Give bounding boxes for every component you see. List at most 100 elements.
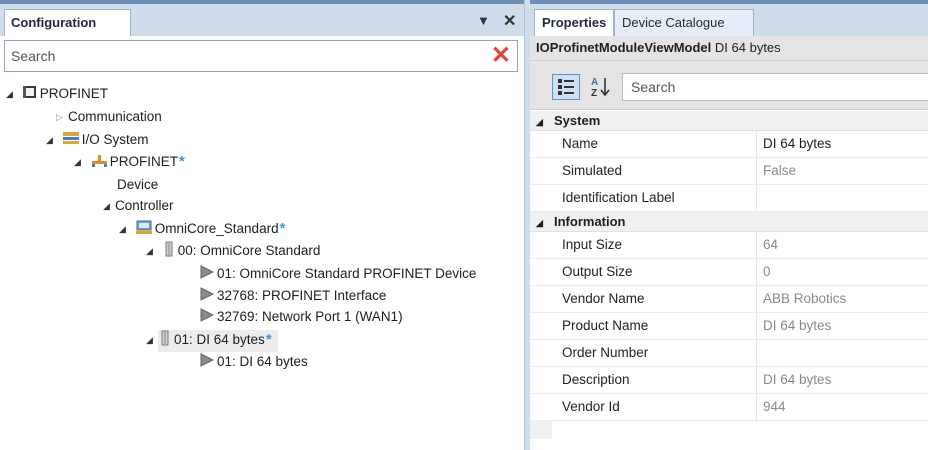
modified-star-icon: * bbox=[265, 331, 272, 348]
category-system[interactable]: ◢ System bbox=[530, 111, 928, 131]
collapse-arrow-icon[interactable]: ◢ bbox=[119, 219, 131, 239]
properties-search-input[interactable] bbox=[623, 74, 928, 100]
clear-search-icon[interactable]: ✕ bbox=[491, 42, 511, 70]
property-name: Simulated bbox=[530, 158, 757, 184]
tree-label: PROFINET bbox=[39, 86, 109, 101]
tree-item-controller[interactable]: ◢ Controller bbox=[103, 196, 174, 216]
collapse-arrow-icon[interactable]: ◢ bbox=[536, 213, 554, 233]
tree-label: Controller bbox=[115, 198, 174, 213]
tab-configuration[interactable]: Configuration bbox=[4, 9, 132, 36]
property-name: Description bbox=[530, 367, 757, 393]
collapse-arrow-icon[interactable]: ◢ bbox=[536, 112, 554, 132]
property-name: Input Size bbox=[530, 232, 757, 258]
object-type-label: IOProfinetModuleViewModel bbox=[536, 40, 712, 55]
tree-label: Communication bbox=[68, 109, 162, 124]
property-value[interactable]: DI 64 bytes bbox=[757, 313, 928, 339]
property-value[interactable]: DI 64 bytes bbox=[757, 131, 928, 157]
tree-label: Device bbox=[117, 177, 159, 192]
property-value[interactable]: DI 64 bytes bbox=[757, 367, 928, 393]
tab-device-catalogue[interactable]: Device Catalogue bbox=[614, 9, 754, 36]
collapse-arrow-icon[interactable]: ◢ bbox=[6, 84, 18, 104]
property-value[interactable]: 0 bbox=[757, 259, 928, 285]
sort-az-icon: A Z bbox=[591, 77, 610, 99]
property-name: Order Number bbox=[530, 340, 757, 366]
tree-item-profinet-network[interactable]: ◢ PROFINET* bbox=[74, 152, 185, 172]
categorized-icon bbox=[558, 79, 574, 95]
tree-label: I/O System bbox=[81, 132, 149, 147]
property-row[interactable]: Vendor Id 944 bbox=[530, 394, 928, 421]
tree-label: 01: DI 64 bytes bbox=[217, 354, 308, 369]
tree-item-submodule-32768[interactable]: 32768: PROFINET Interface bbox=[199, 286, 386, 306]
properties-panel-header: Properties Device Catalogue bbox=[530, 0, 928, 36]
configuration-search-input[interactable] bbox=[5, 41, 475, 71]
controller-icon bbox=[135, 219, 153, 241]
property-row[interactable]: Order Number bbox=[530, 340, 928, 367]
tree-item-profinet-root[interactable]: ◢ PROFINET bbox=[6, 84, 108, 104]
properties-panel: Properties Device Catalogue IOProfinetMo… bbox=[530, 0, 928, 450]
property-value[interactable]: 64 bbox=[757, 232, 928, 258]
property-value[interactable] bbox=[757, 340, 928, 366]
property-value[interactable] bbox=[757, 185, 928, 211]
property-row[interactable]: Input Size 64 bbox=[530, 232, 928, 259]
property-name: Vendor Id bbox=[530, 394, 757, 420]
alphabetical-sort-button[interactable]: A Z bbox=[588, 74, 616, 100]
module-icon bbox=[158, 330, 172, 352]
tree-item-module-00[interactable]: ◢ 00: OmniCore Standard bbox=[146, 241, 320, 261]
collapse-arrow-icon[interactable]: ◢ bbox=[146, 330, 158, 350]
tree-item-communication[interactable]: ▷ Communication bbox=[56, 107, 162, 127]
tree-item-submodule-01[interactable]: 01: OmniCore Standard PROFINET Device bbox=[199, 264, 476, 284]
properties-search-box bbox=[622, 73, 928, 101]
modified-star-icon: * bbox=[279, 220, 286, 237]
tree-label: 32768: PROFINET Interface bbox=[217, 288, 387, 303]
collapse-arrow-icon[interactable]: ◢ bbox=[74, 152, 86, 172]
collapse-arrow-icon[interactable]: ◢ bbox=[46, 130, 58, 150]
property-row[interactable]: Name DI 64 bytes bbox=[530, 131, 928, 158]
property-row[interactable]: Product Name DI 64 bytes bbox=[530, 313, 928, 340]
modified-star-icon: * bbox=[179, 153, 185, 170]
tree-label: 32769: Network Port 1 (WAN1) bbox=[217, 309, 403, 324]
configuration-search-box: ✕ bbox=[4, 40, 518, 72]
object-name-label: DI 64 bytes bbox=[714, 40, 781, 55]
collapse-arrow-icon[interactable]: ◢ bbox=[103, 196, 115, 216]
categorized-view-button[interactable] bbox=[552, 74, 580, 100]
property-grid: ◢ System Name DI 64 bytes Simulated False Iden… bbox=[530, 111, 928, 439]
close-icon[interactable]: ✕ bbox=[503, 11, 516, 31]
submodule-arrow-icon bbox=[199, 352, 215, 374]
property-row[interactable]: Identification Label bbox=[530, 185, 928, 212]
property-name: Identification Label bbox=[530, 185, 757, 211]
configuration-panel-header: Configuration ▼ ✕ bbox=[0, 0, 524, 36]
category-label: System bbox=[554, 113, 601, 128]
property-row[interactable]: Simulated False bbox=[530, 158, 928, 185]
property-row[interactable]: Vendor Name ABB Robotics bbox=[530, 286, 928, 313]
profinet-book-icon bbox=[22, 84, 38, 106]
submodule-arrow-icon bbox=[199, 286, 215, 308]
property-row[interactable]: Output Size 0 bbox=[530, 259, 928, 286]
property-name: Name bbox=[530, 131, 757, 157]
selected-object-bar: IOProfinetModuleViewModel DI 64 bytes bbox=[530, 36, 928, 60]
tree-item-module-01[interactable]: ◢ 01: DI 64 bytes* bbox=[146, 330, 278, 352]
property-value[interactable]: ABB Robotics bbox=[757, 286, 928, 312]
tree-item-io-system[interactable]: ◢ I/O System bbox=[46, 130, 149, 150]
property-name: Vendor Name bbox=[530, 286, 757, 312]
property-name: Output Size bbox=[530, 259, 757, 285]
tree-item-device[interactable]: Device bbox=[117, 175, 158, 195]
collapse-arrow-icon[interactable]: ◢ bbox=[146, 241, 158, 261]
tree-label: 01: DI 64 bytes bbox=[174, 332, 265, 347]
tree-item-submodule-32769[interactable]: 32769: Network Port 1 (WAN1) bbox=[199, 307, 403, 327]
tree-item-submodule-di[interactable]: 01: DI 64 bytes bbox=[199, 352, 308, 372]
property-value[interactable]: 944 bbox=[757, 394, 928, 420]
tree-label: 00: OmniCore Standard bbox=[177, 243, 321, 258]
property-value[interactable]: False bbox=[757, 158, 928, 184]
category-label: Information bbox=[554, 214, 626, 229]
property-row[interactable]: Description DI 64 bytes bbox=[530, 367, 928, 394]
category-information[interactable]: ◢ Information bbox=[530, 212, 928, 232]
expand-arrow-icon[interactable]: ▷ bbox=[56, 107, 68, 127]
property-name: Product Name bbox=[530, 313, 757, 339]
tab-properties[interactable]: Properties bbox=[534, 9, 615, 36]
selected-node-highlight: 01: DI 64 bytes* bbox=[158, 330, 278, 352]
module-icon bbox=[162, 241, 176, 263]
pin-dropdown-icon[interactable]: ▼ bbox=[477, 13, 490, 28]
svg-text:Z: Z bbox=[591, 88, 597, 99]
submodule-arrow-icon bbox=[199, 264, 215, 286]
tree-item-omnicore-controller[interactable]: ◢ OmniCore_Standard* bbox=[119, 219, 285, 239]
